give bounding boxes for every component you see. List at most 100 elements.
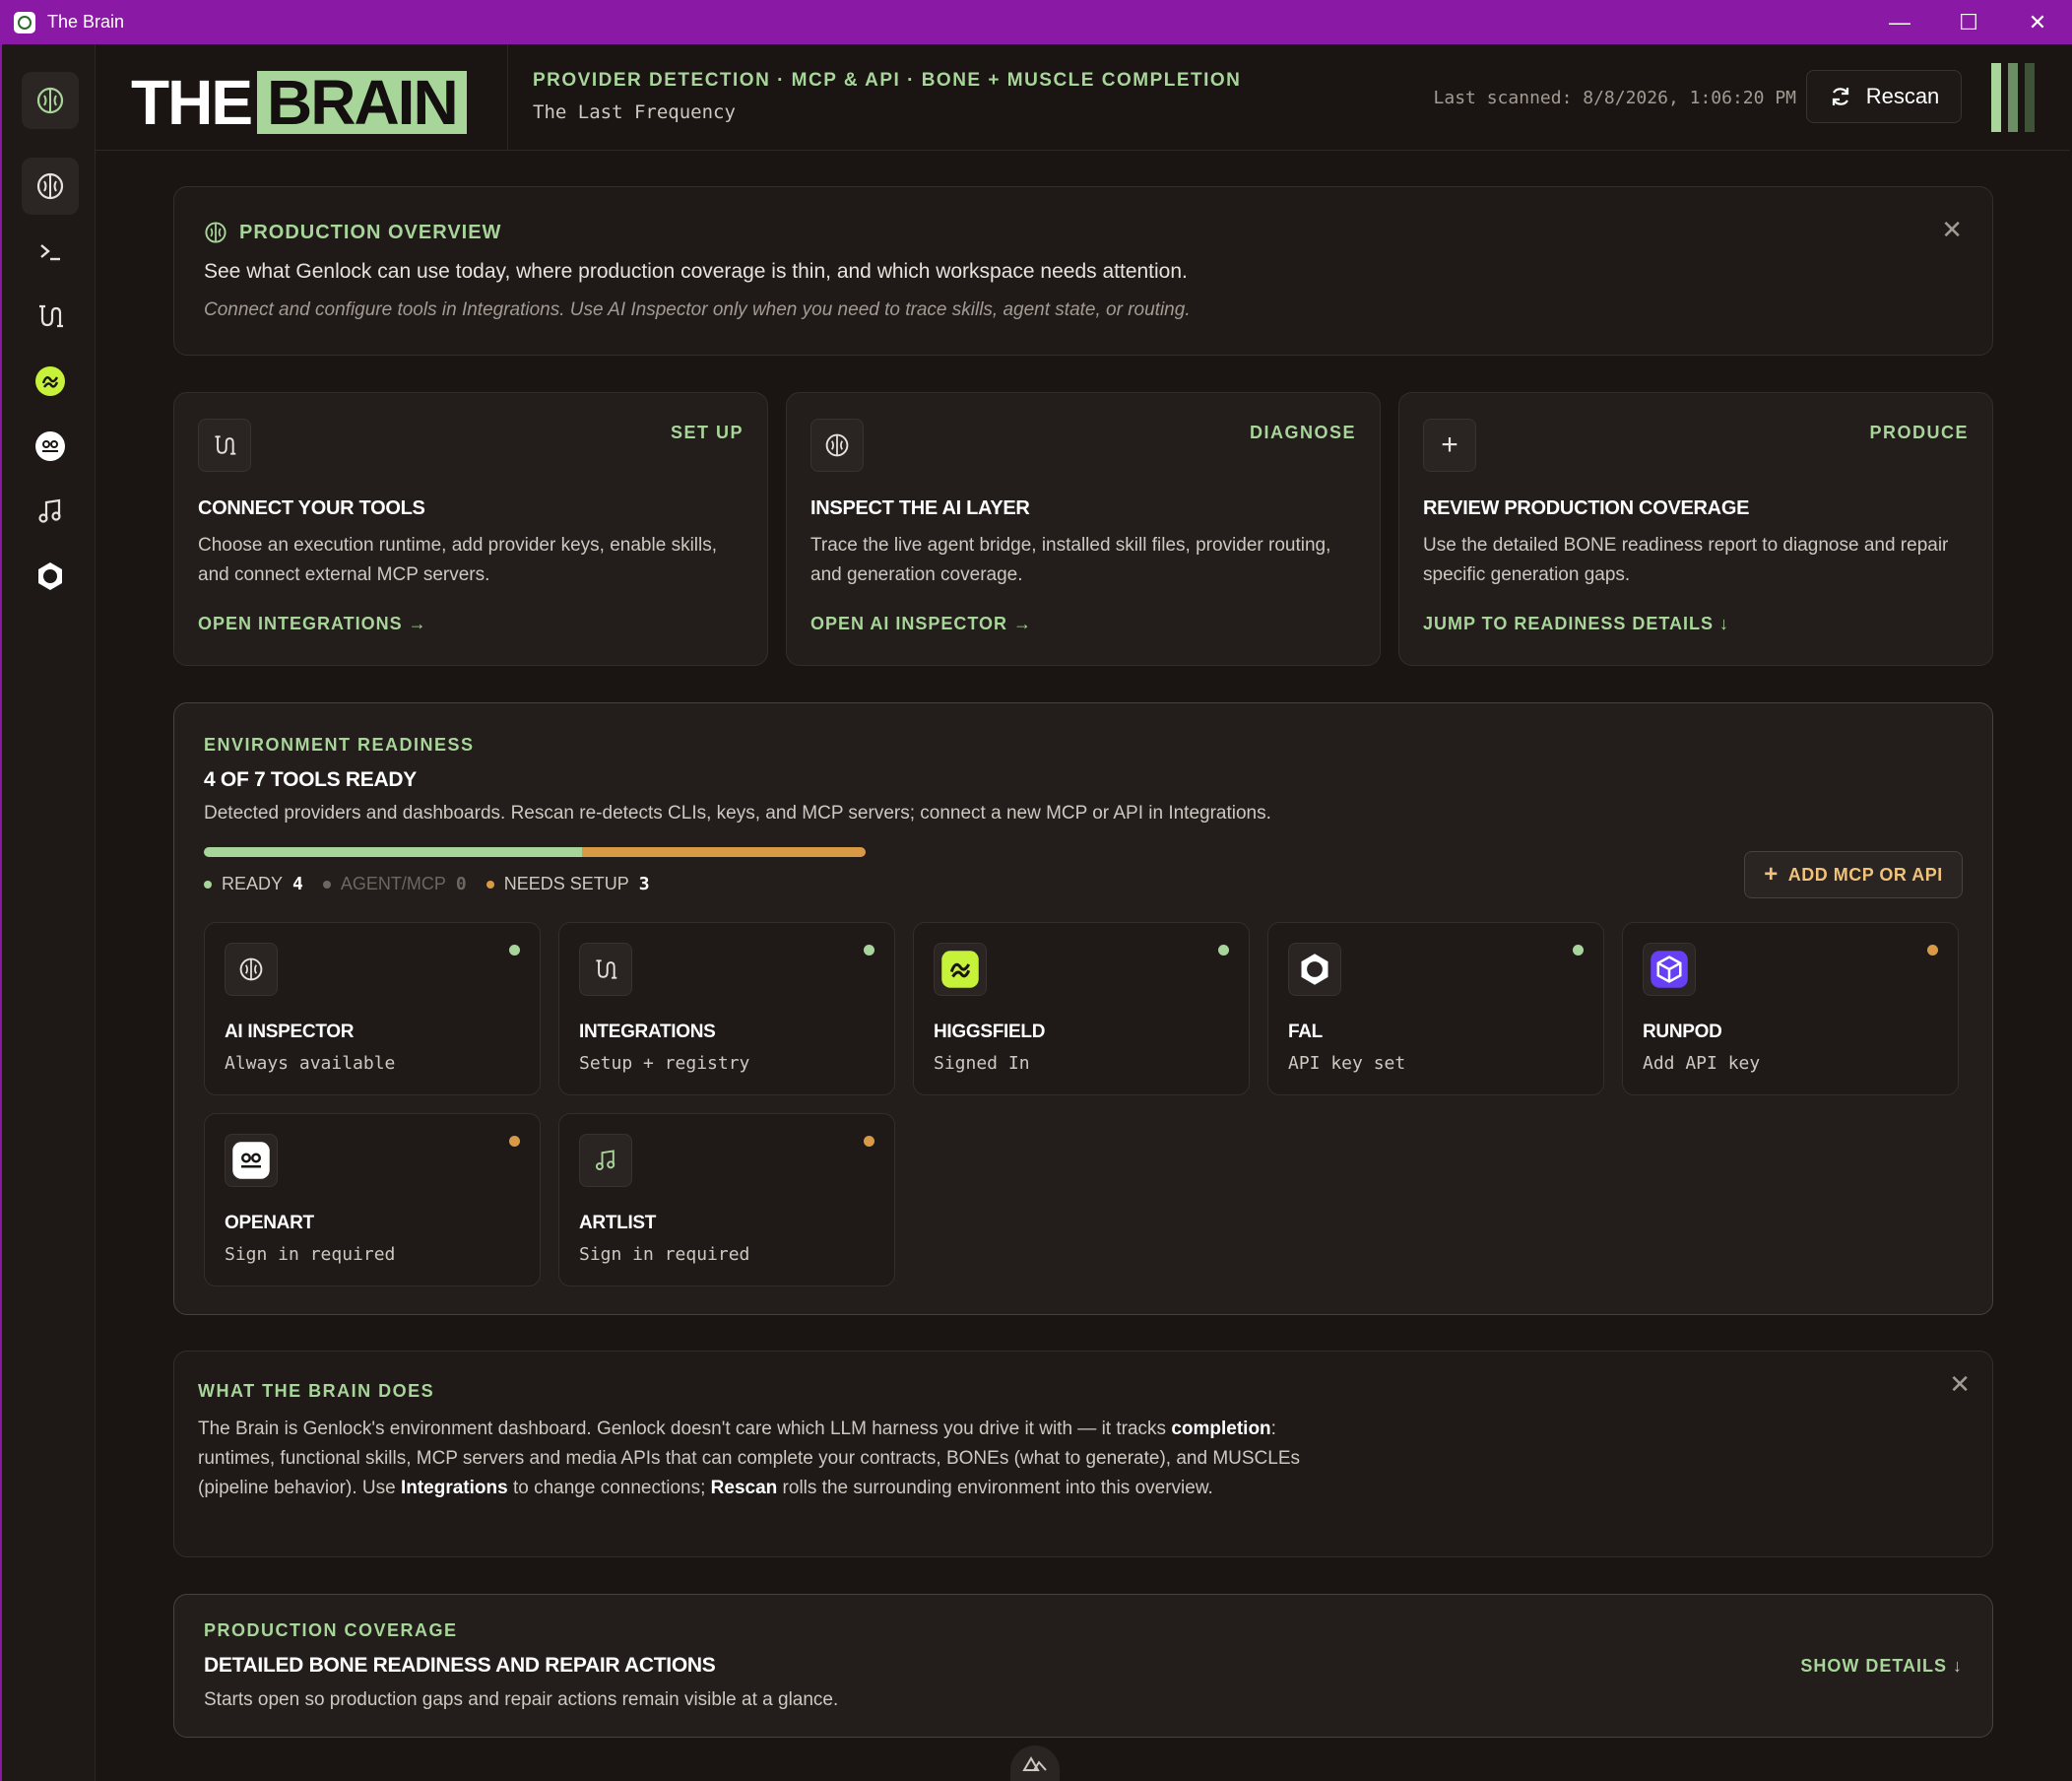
tool-name: ARTLIST [579, 1213, 657, 1233]
readiness-progress-bar [204, 847, 866, 857]
terminal-icon [40, 244, 60, 261]
does-kicker: WHAT THE BRAIN DOES [198, 1381, 435, 1401]
rail-integrations[interactable] [22, 288, 79, 345]
header-kicker: PROVIDER DETECTION · MCP & API · BONE + … [533, 70, 1242, 91]
tool-name: INTEGRATIONS [579, 1022, 716, 1042]
plus-icon: + [1764, 861, 1779, 888]
card-description: Choose an execution runtime, add provide… [198, 535, 718, 585]
tool-fal[interactable]: FAL API key set [1267, 922, 1604, 1095]
fal-icon [1301, 954, 1328, 985]
add-mcp-or-api-button[interactable]: + ADD MCP OR API [1744, 851, 1963, 898]
rescan-button[interactable]: Rescan [1806, 70, 1962, 123]
openart-icon [232, 1142, 270, 1179]
minimize-button[interactable]: — [1865, 0, 1934, 44]
tool-artlist[interactable]: ARTLIST Sign in required [558, 1113, 895, 1286]
coverage-kicker: PRODUCTION COVERAGE [204, 1620, 458, 1640]
tool-name: HIGGSFIELD [934, 1022, 1046, 1042]
frequency-bars [1991, 63, 2035, 132]
jump-to-readiness-link[interactable]: JUMP TO READINESS DETAILS ↓ [1423, 614, 1729, 634]
does-body: The Brain is Genlock's environment dashb… [198, 1418, 1301, 1498]
window-title: The Brain [47, 12, 125, 32]
openart-icon [35, 431, 65, 461]
card-title: REVIEW PRODUCTION COVERAGE [1423, 497, 1750, 519]
card-set-up: SET UP CONNECT YOUR TOOLS Choose an exec… [173, 392, 768, 666]
rail-fal[interactable] [22, 548, 79, 605]
close-button[interactable]: ✕ [2003, 0, 2072, 44]
tool-name: AI INSPECTOR [225, 1022, 355, 1042]
tool-integrations[interactable]: INTEGRATIONS Setup + registry [558, 922, 895, 1095]
brain-icon [205, 222, 227, 243]
overview-hint: Connect and configure tools in Integrati… [204, 299, 1191, 320]
tool-name: FAL [1288, 1022, 1323, 1042]
card-tag: DIAGNOSE [1249, 423, 1356, 442]
integrations-icon [596, 959, 617, 979]
brain-icon [36, 87, 64, 114]
integrations-icon [215, 435, 236, 455]
maximize-button[interactable]: ☐ [1934, 0, 2003, 44]
readiness-legend: READY 4 AGENT/MCP 0 NEEDS SETUP 3 [204, 874, 670, 894]
show-details-link[interactable]: SHOW DETAILS ↓ [1800, 1656, 1963, 1677]
runpod-icon [1651, 951, 1688, 988]
fal-icon [38, 562, 62, 590]
card-tag: SET UP [670, 423, 744, 442]
env-title: 4 OF 7 TOOLS READY [204, 768, 417, 791]
integrations-icon [39, 304, 63, 328]
brain-icon [239, 957, 263, 981]
status-dot [509, 1136, 520, 1147]
bottom-logo-badge[interactable] [1010, 1746, 1060, 1781]
card-description: Trace the live agent bridge, installed s… [810, 535, 1331, 585]
brain-icon [825, 433, 849, 457]
env-kicker: ENVIRONMENT READINESS [204, 735, 475, 755]
rail-terminal[interactable] [22, 223, 79, 280]
does-close-icon[interactable]: ✕ [1949, 1369, 1971, 1400]
tool-name: RUNPOD [1643, 1022, 1722, 1042]
higgsfield-icon [35, 366, 65, 396]
overview-close-icon[interactable]: ✕ [1941, 215, 1963, 245]
tool-name: OPENART [225, 1213, 314, 1233]
tool-status: Always available [225, 1053, 396, 1074]
tool-higgsfield[interactable]: HIGGSFIELD Signed In [913, 922, 1250, 1095]
header-subtitle: The Last Frequency [533, 101, 736, 123]
status-dot [1927, 945, 1938, 956]
last-scanned: Last scanned: 8/8/2026, 1:06:20 PM [1433, 88, 1796, 108]
open-integrations-link[interactable]: OPEN INTEGRATIONS → [198, 614, 427, 634]
rail-home[interactable] [22, 72, 79, 129]
rail-higgsfield[interactable] [22, 353, 79, 410]
tool-status: Signed In [934, 1053, 1030, 1074]
refresh-icon [1832, 88, 1848, 105]
tool-status: Sign in required [579, 1244, 750, 1265]
tool-status: Setup + registry [579, 1053, 750, 1074]
brain-icon [36, 172, 64, 200]
card-tag: PRODUCE [1869, 423, 1969, 442]
status-dot [864, 1136, 874, 1147]
card-produce: + PRODUCE REVIEW PRODUCTION COVERAGE Use… [1398, 392, 1993, 666]
status-dot [1218, 945, 1229, 956]
music-note-icon [595, 1150, 615, 1171]
card-description: Use the detailed BONE readiness report t… [1423, 535, 1949, 585]
rail-openart[interactable] [22, 418, 79, 475]
rail-brain[interactable] [22, 158, 79, 215]
environment-readiness-panel: ENVIRONMENT READINESS 4 OF 7 TOOLS READY… [173, 702, 1993, 1315]
app-header: THE BRAIN PROVIDER DETECTION · MCP & API… [96, 44, 2070, 151]
open-ai-inspector-link[interactable]: OPEN AI INSPECTOR → [810, 614, 1032, 634]
progress-setup-segment [582, 847, 866, 857]
app-icon [14, 11, 35, 33]
tool-status: Add API key [1643, 1053, 1761, 1074]
what-the-brain-does-panel: WHAT THE BRAIN DOES The Brain is Genlock… [173, 1351, 1993, 1557]
tool-runpod[interactable]: RUNPOD Add API key [1622, 922, 1959, 1095]
progress-ready-segment [204, 847, 582, 857]
card-title: CONNECT YOUR TOOLS [198, 497, 425, 519]
coverage-title: DETAILED BONE READINESS AND REPAIR ACTIO… [204, 1654, 716, 1677]
card-diagnose: DIAGNOSE INSPECT THE AI LAYER Trace the … [786, 392, 1381, 666]
tool-openart[interactable]: OPENART Sign in required [204, 1113, 541, 1286]
status-dot [1573, 945, 1584, 956]
tool-ai-inspector[interactable]: AI INSPECTOR Always available [204, 922, 541, 1095]
rail-artlist[interactable] [22, 483, 79, 540]
production-coverage-panel: PRODUCTION COVERAGE DETAILED BONE READIN… [173, 1594, 1993, 1738]
tool-status: Sign in required [225, 1244, 396, 1265]
card-title: INSPECT THE AI LAYER [810, 497, 1030, 519]
overview-title: PRODUCTION OVERVIEW [239, 221, 502, 243]
tool-status: API key set [1288, 1053, 1406, 1074]
env-description: Detected providers and dashboards. Resca… [204, 803, 1271, 824]
coverage-description: Starts open so production gaps and repai… [204, 1689, 839, 1710]
